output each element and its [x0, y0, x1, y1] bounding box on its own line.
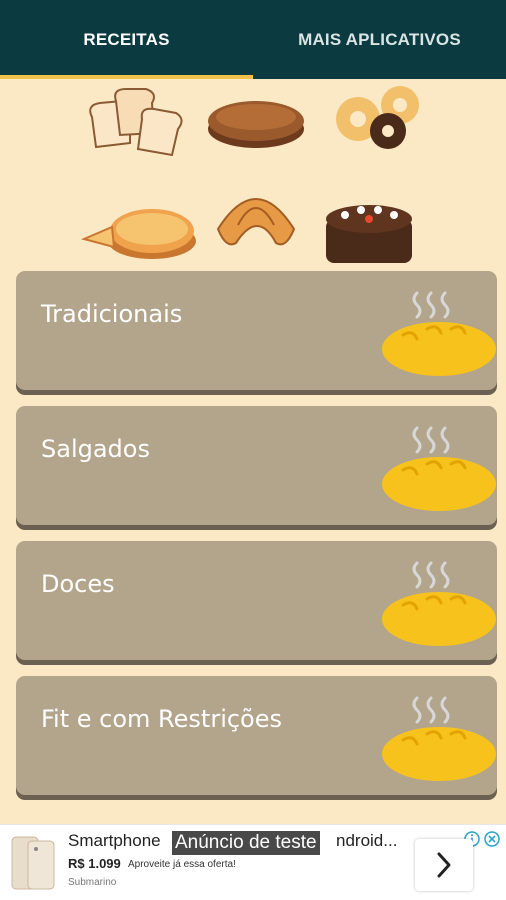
ad-promo: Aproveite já essa oferta!: [128, 859, 236, 870]
cake-icon: [326, 205, 412, 263]
category-list: Tradicionais Salgados Doces Fit e com Re…: [16, 271, 497, 811]
tart-icon: [80, 209, 196, 259]
bread-icon: [382, 696, 496, 781]
tab-mais-aplicativos[interactable]: MAIS APLICATIVOS: [253, 0, 506, 79]
chevron-right-icon: [437, 852, 451, 878]
tab-mais-aplicativos-label: MAIS APLICATIVOS: [298, 29, 461, 49]
category-label: Tradicionais: [41, 300, 183, 328]
ad-next-button[interactable]: [415, 839, 473, 891]
ad-title-tail: ndroid...: [336, 831, 398, 850]
category-label: Doces: [41, 570, 115, 598]
phone-thumbnail-icon: [11, 836, 55, 890]
bread-icon: [382, 561, 496, 646]
bakery-illustration: [80, 86, 419, 263]
category-card-tradicionais[interactable]: Tradicionais: [16, 271, 497, 390]
category-card-fit[interactable]: Fit e com Restrições: [16, 676, 497, 795]
ad-test-badge: Anúncio de teste: [172, 831, 320, 855]
close-icon[interactable]: [484, 831, 500, 847]
donuts-icon: [336, 86, 419, 149]
pie-icon: [208, 101, 304, 148]
ad-store: Submarino: [68, 877, 117, 888]
tab-receitas[interactable]: RECEITAS: [0, 0, 253, 79]
ad-title: Smartphone: [68, 831, 161, 850]
croissant-icon: [216, 198, 296, 246]
ad-price: R$ 1.099: [68, 856, 121, 871]
ad-banner[interactable]: Smartphone ndroid... Anúncio de teste R$…: [0, 824, 506, 900]
tab-receitas-label: RECEITAS: [83, 29, 170, 49]
bread-icon: [382, 426, 496, 511]
category-card-doces[interactable]: Doces: [16, 541, 497, 660]
category-label: Salgados: [41, 435, 150, 463]
category-label: Fit e com Restrições: [41, 705, 283, 733]
category-card-salgados[interactable]: Salgados: [16, 406, 497, 525]
bread-icon: [382, 291, 496, 376]
tab-bar: RECEITAS MAIS APLICATIVOS: [0, 0, 506, 79]
bread-slices-icon: [89, 88, 183, 157]
